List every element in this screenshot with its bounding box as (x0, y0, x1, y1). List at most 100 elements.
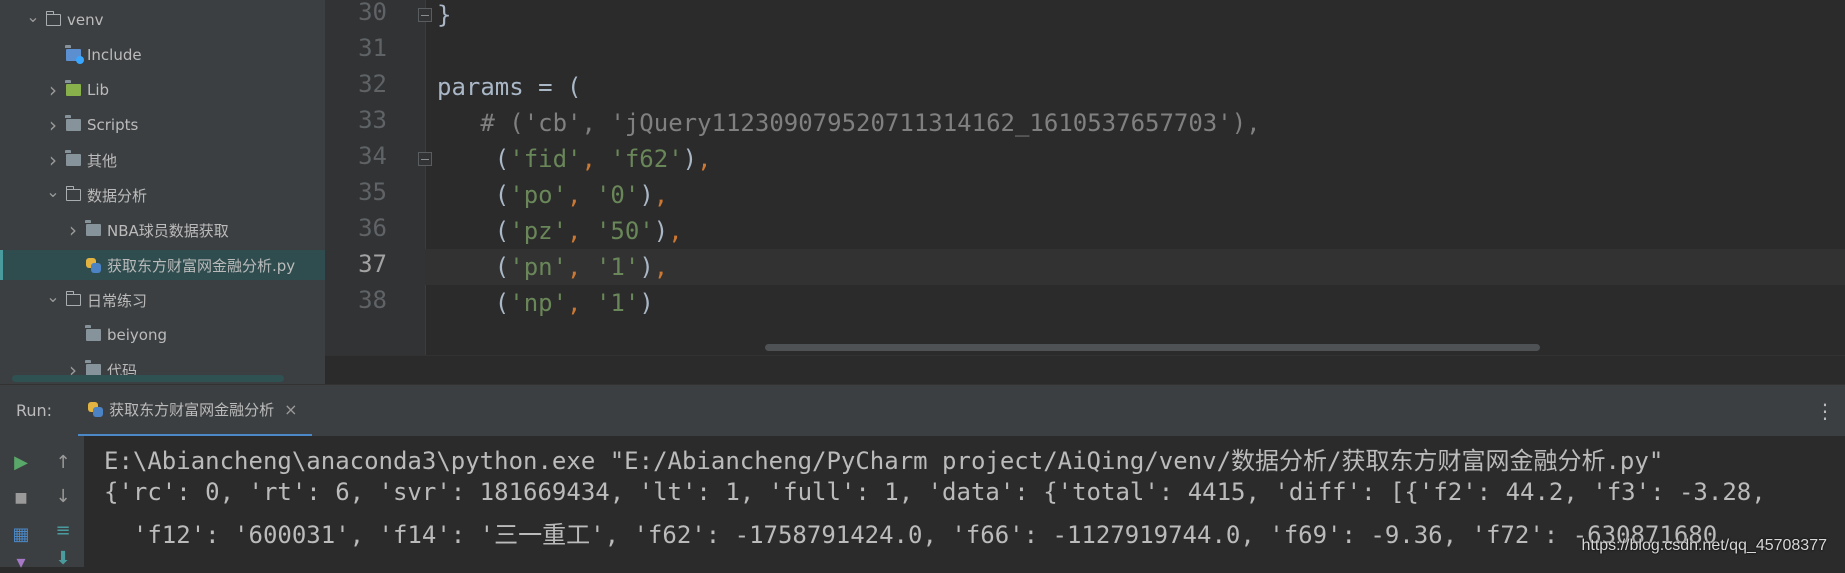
code-token: 'po' (509, 181, 568, 209)
console-line: 'f12': '600031', 'f14': '三一重工', 'f62': -… (104, 521, 1718, 549)
tree-item-label: Include (87, 46, 142, 64)
code-token: , (581, 145, 611, 173)
tree-item[interactable]: ⌄ 日常练习 (0, 285, 325, 315)
more-options-icon[interactable]: ⋮ (1815, 399, 1835, 423)
code-token: ) (639, 181, 654, 209)
code-token: ) (639, 253, 654, 281)
code-token: , (668, 217, 683, 245)
run-icon[interactable]: ▶ (11, 452, 31, 473)
line-number: 30 (358, 0, 387, 26)
code-line[interactable]: } (437, 0, 451, 33)
layout-icon[interactable]: ▦ (11, 524, 31, 545)
tree-item[interactable]: ⌄ venv (0, 5, 325, 35)
scroll-to-end-icon[interactable]: ⬇ (53, 548, 73, 569)
code-token: ) (639, 289, 654, 317)
tree-item-label: Scripts (87, 116, 139, 134)
folder-open-icon (66, 186, 81, 201)
code-token: 'fid' (509, 145, 582, 173)
chevron-right-icon[interactable]: › (66, 218, 80, 242)
tree-item[interactable]: beiyong (0, 320, 325, 350)
tree-item[interactable]: › Lib (0, 75, 325, 105)
chevron-down-icon[interactable]: ⌄ (26, 7, 40, 26)
code-line[interactable]: params = ( (437, 69, 582, 105)
tree-item-label: 其他 (87, 151, 118, 170)
code-token: params = ( (437, 73, 582, 101)
code-token: , (567, 181, 596, 209)
project-tree-scrollbar[interactable] (12, 375, 284, 382)
chevron-right-icon[interactable]: › (46, 113, 60, 137)
code-token: ( (437, 253, 510, 281)
code-line[interactable]: ('pz', '50'), (437, 213, 683, 249)
code-token: 'pz' (509, 217, 568, 245)
editor-gutter: 30 31 32 33 34 35 36 37 38 (325, 0, 425, 355)
tree-item-label: 数据分析 (87, 186, 148, 205)
console-line: {'rc': 0, 'rt': 6, 'svr': 181669434, 'lt… (104, 478, 1766, 506)
code-line[interactable]: ('np', '1') (437, 285, 654, 321)
code-editor[interactable]: 30 31 32 33 34 35 36 37 38 } params = ( # ('cb', … (325, 0, 1845, 385)
tree-item[interactable]: Include (0, 40, 325, 70)
editor-bottom-strip (325, 355, 1845, 385)
folder-open-icon (66, 291, 81, 306)
line-number: 31 (358, 34, 387, 62)
code-line[interactable]: # ('cb', 'jQuery112309079520711314162_16… (437, 105, 1261, 141)
watermark: https://blog.csdn.net/qq_45708377 (1581, 537, 1827, 554)
run-tab[interactable]: 获取东方财富网金融分析 × (78, 385, 312, 437)
tree-item[interactable]: › 其他 (0, 145, 325, 175)
run-panel-header: Run: 获取东方财富网金融分析 × ⋮ (0, 384, 1845, 437)
code-token: '0' (595, 181, 640, 209)
code-token: , (653, 181, 669, 209)
code-token: 'pn' (509, 253, 568, 281)
folder-icon (85, 325, 101, 341)
code-line[interactable]: ('po', '0'), (437, 177, 668, 213)
console-line: E:\Abiancheng\anaconda3\python.exe "E:/A… (104, 447, 1664, 475)
code-token: , (697, 145, 712, 173)
code-token: ( (437, 181, 510, 209)
chevron-right-icon[interactable]: › (46, 78, 60, 102)
editor-horizontal-scrollbar[interactable] (765, 344, 1540, 351)
folder-icon (65, 150, 81, 166)
tree-item[interactable]: › Scripts (0, 110, 325, 140)
code-line[interactable]: ('fid', 'f62'), (437, 141, 712, 177)
soft-wrap-icon[interactable]: ≡ (53, 520, 73, 541)
line-number: 37 (358, 250, 387, 278)
code-token: ) (682, 145, 698, 173)
project-tree-panel: ⌄ venv Include › Lib › Scripts › 其他 ⌄ 数据分析 › NBA球员数据… (0, 0, 325, 384)
fold-marker-icon[interactable] (418, 8, 432, 22)
pin-icon[interactable]: ▾ (11, 552, 31, 573)
code-token: ( (437, 289, 510, 317)
run-label: Run: (16, 401, 53, 420)
code-token: , (653, 253, 669, 281)
tree-item[interactable]: › NBA球员数据获取 (0, 215, 325, 245)
run-tab-label: 获取东方财富网金融分析 (109, 400, 275, 419)
arrow-up-icon[interactable]: ↑ (53, 452, 73, 473)
code-token: # ('cb', 'jQuery112309079520711314162_16… (437, 109, 1261, 137)
fold-marker-icon[interactable] (418, 152, 432, 166)
tree-item[interactable]: ⌄ 数据分析 (0, 180, 325, 210)
arrow-down-icon[interactable]: ↓ (53, 486, 73, 507)
tree-item[interactable]: 获取东方财富网金融分析.py (0, 250, 325, 280)
code-token: ( (437, 217, 510, 245)
line-number: 32 (358, 70, 387, 98)
chevron-right-icon[interactable]: › (46, 148, 60, 172)
code-token: '50' (595, 217, 654, 245)
code-token: , (567, 253, 596, 281)
close-icon[interactable]: × (284, 400, 297, 419)
chevron-down-icon[interactable]: ⌄ (46, 287, 60, 306)
line-number: 34 (358, 142, 387, 170)
tree-item-label: NBA球员数据获取 (107, 221, 229, 240)
tree-item-label: 获取东方财富网金融分析.py (107, 256, 296, 275)
stop-icon[interactable]: ■ (11, 488, 31, 508)
code-token: 'np' (509, 289, 568, 317)
python-file-icon (88, 401, 104, 417)
chevron-down-icon[interactable]: ⌄ (46, 182, 60, 201)
line-number: 33 (358, 106, 387, 134)
line-number: 38 (358, 286, 387, 314)
code-token: '1' (595, 253, 640, 281)
code-token: ( (437, 145, 510, 173)
code-line[interactable]: ('pn', '1'), (437, 249, 668, 285)
run-toolbar-primary: ▶ ■ ▦ ▾ (0, 436, 42, 573)
folder-include-icon (65, 45, 84, 64)
folder-lib-icon (65, 80, 81, 96)
line-number: 35 (358, 178, 387, 206)
code-token: , (567, 289, 596, 317)
